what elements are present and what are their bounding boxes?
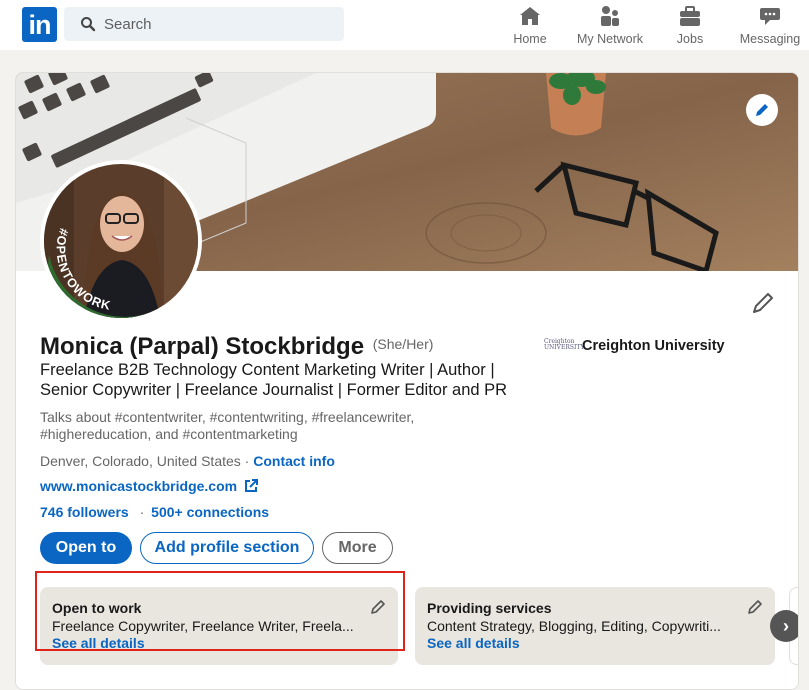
nav-home[interactable]: Home [510, 4, 550, 48]
website-link[interactable]: www.monicastockbridge.com [40, 478, 259, 494]
website-url: www.monicastockbridge.com [40, 478, 238, 494]
nav-messaging[interactable]: Messaging [736, 4, 804, 48]
carousel-next-button[interactable]: › [770, 610, 798, 642]
pencil-icon [756, 104, 768, 116]
add-profile-section-button[interactable]: Add profile section [140, 532, 314, 564]
talks-about: Talks about #contentwriter, #contentwrit… [40, 409, 415, 442]
profile-headline: Freelance B2B Technology Content Marketi… [40, 361, 508, 399]
more-button[interactable]: More [322, 532, 393, 564]
network-icon [601, 6, 619, 26]
education-link[interactable]: Creighton UNIVERSITY Creighton Universit… [544, 338, 725, 354]
avatar-portrait: #OPENTOWORK [44, 164, 198, 318]
chevron-right-icon: › [783, 615, 789, 636]
nav-jobs[interactable]: Jobs [672, 4, 708, 48]
avatar: #OPENTOWORK [44, 164, 198, 318]
connections-link[interactable]: 500+ connections [151, 504, 269, 520]
profile-name: Monica (Parpal) Stockbridge (She/Her) [40, 333, 433, 361]
network-stats: 746 followers · 500+ connections [40, 504, 269, 520]
followers-link[interactable]: 746 followers [40, 504, 129, 520]
briefcase-icon [680, 6, 700, 26]
providing-services-panel[interactable]: Providing services Content Strategy, Blo… [415, 587, 775, 665]
top-navigation: in Search Home My Network Jobs Messaging [0, 0, 809, 50]
contact-info-link[interactable]: Contact info [253, 453, 335, 469]
linkedin-logo[interactable]: in [22, 7, 57, 42]
open-to-button[interactable]: Open to [40, 532, 132, 564]
search-placeholder: Search [104, 16, 152, 33]
edit-providing-services-pencil-icon[interactable] [747, 599, 763, 615]
home-icon [520, 7, 540, 25]
nav-home-label: Home [513, 32, 547, 46]
message-icon [760, 8, 780, 25]
nav-my-network[interactable]: My Network [572, 4, 648, 48]
nav-messaging-label: Messaging [739, 32, 801, 46]
edit-banner-button[interactable] [746, 94, 778, 126]
stats-separator: · [139, 504, 145, 520]
nav-my-network-label: My Network [577, 32, 643, 46]
search-input[interactable]: Search [64, 7, 344, 41]
external-link-icon [245, 479, 259, 492]
providing-services-description: Content Strategy, Blogging, Editing, Cop… [427, 618, 721, 634]
pronouns: (She/Her) [372, 336, 434, 352]
profile-card: #OPENTOWORK Monica (Parpal) Stockbridge … [15, 72, 799, 690]
search-icon [81, 17, 96, 32]
education-name: Creighton University [582, 338, 725, 354]
highlight-annotation-box [35, 571, 405, 651]
profile-photo[interactable]: #OPENTOWORK [40, 160, 202, 322]
providing-services-title: Providing services [427, 600, 552, 616]
location-separator: · [244, 453, 250, 469]
providing-services-see-details-link[interactable]: See all details [427, 635, 520, 651]
location-line: Denver, Colorado, United States · Contac… [40, 453, 335, 469]
location: Denver, Colorado, United States [40, 453, 241, 469]
creighton-logo: Creighton UNIVERSITY [544, 338, 585, 351]
edit-intro-pencil-icon[interactable] [751, 291, 775, 315]
profile-name-text: Monica (Parpal) Stockbridge [40, 333, 365, 360]
nav-jobs-label: Jobs [676, 32, 704, 46]
